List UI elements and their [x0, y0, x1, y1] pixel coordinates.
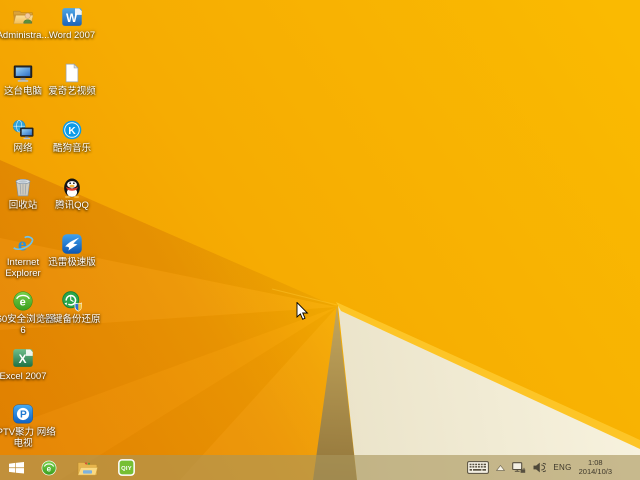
language-indicator[interactable]: ENG [553, 463, 571, 472]
icon-label: 回收站 [8, 200, 38, 211]
touch-keyboard-button[interactable] [467, 461, 490, 474]
svg-text:X: X [19, 352, 27, 366]
network-tray-button[interactable] [512, 461, 526, 474]
start-icon [9, 461, 24, 474]
svg-text:e: e [20, 297, 26, 309]
desktop-icon-backup-restore[interactable]: 一键备份还原 [39, 290, 105, 326]
icon-label: 爱奇艺视频 [48, 86, 96, 97]
system-tray: ENG 1:08 2014/10/3 [467, 455, 640, 480]
show-hidden-icons-button[interactable] [496, 464, 506, 471]
taskbar: e QIY ENG 1:08 2014/10/3 [0, 455, 640, 480]
desktop-icon-word-2007[interactable]: W Word 2007 [39, 6, 105, 42]
desktop-icon-excel-2007[interactable]: X Excel 2007 [0, 347, 56, 383]
svg-text:e: e [47, 464, 52, 473]
user-folder-icon [13, 10, 34, 24]
desktop-icon-xunlei[interactable]: 迅雷极速版 [39, 233, 105, 269]
desktop-icon-pptv[interactable]: P PPTV聚力 网络电视 [0, 403, 56, 449]
icon-label: 腾讯QQ [55, 200, 89, 211]
touch-keyboard-icon [467, 461, 490, 474]
desktop-icon-kugou[interactable]: K 酷狗音乐 [39, 119, 105, 155]
hidden-icons-chevron [496, 464, 506, 471]
computer-icon [13, 65, 33, 82]
icon-label: 酷狗音乐 [52, 143, 91, 154]
clock-date: 2014/10/3 [578, 466, 612, 476]
network-globe-icon [13, 119, 34, 140]
icon-label: 一键备份还原 [43, 314, 101, 325]
svg-text:P: P [20, 410, 27, 421]
desktop: Administra... 这台电脑 网络 回收站 e Internet Exp… [0, 0, 640, 480]
svg-text:W: W [66, 11, 78, 25]
icon-label: Word 2007 [48, 30, 96, 41]
browser-360-icon: e [13, 291, 33, 311]
start-button[interactable] [4, 455, 29, 480]
file-explorer-icon [77, 461, 98, 475]
browser-360-icon: e [41, 460, 57, 475]
icon-label: PPTV聚力 网络电视 [0, 427, 56, 449]
kugou-icon: K [62, 120, 82, 140]
mouse-cursor [296, 302, 309, 320]
taskbar-360-browser-button[interactable]: e [36, 455, 62, 480]
word-icon: W [62, 8, 82, 26]
recycle-bin-icon [15, 178, 31, 197]
svg-text:K: K [68, 126, 76, 137]
icon-label: 网络 [13, 143, 33, 154]
taskbar-iqiyi-button[interactable]: QIY [114, 455, 139, 480]
excel-icon: X [13, 349, 33, 367]
icon-label: 这台电脑 [3, 86, 42, 97]
desktop-icon-qq[interactable]: 腾讯QQ [39, 176, 105, 212]
ie-icon: e [13, 234, 34, 255]
icon-label: 迅雷极速版 [48, 257, 96, 268]
svg-text:QIY: QIY [121, 466, 132, 472]
clock[interactable]: 1:08 2014/10/3 [578, 458, 612, 476]
document-icon [65, 63, 79, 83]
taskbar-file-explorer-button[interactable] [74, 455, 100, 480]
backup-restore-icon [62, 291, 82, 312]
volume-icon [533, 462, 547, 473]
icon-label: Excel 2007 [0, 371, 47, 382]
xunlei-icon [62, 234, 82, 254]
iqiyi-icon: QIY [118, 459, 135, 476]
network-icon [512, 461, 526, 473]
qq-penguin-icon [64, 178, 80, 198]
desktop-icon-iqiyi-video[interactable]: 爱奇艺视频 [39, 62, 105, 98]
volume-tray-button[interactable] [533, 462, 547, 473]
pptv-icon: P [13, 404, 33, 424]
